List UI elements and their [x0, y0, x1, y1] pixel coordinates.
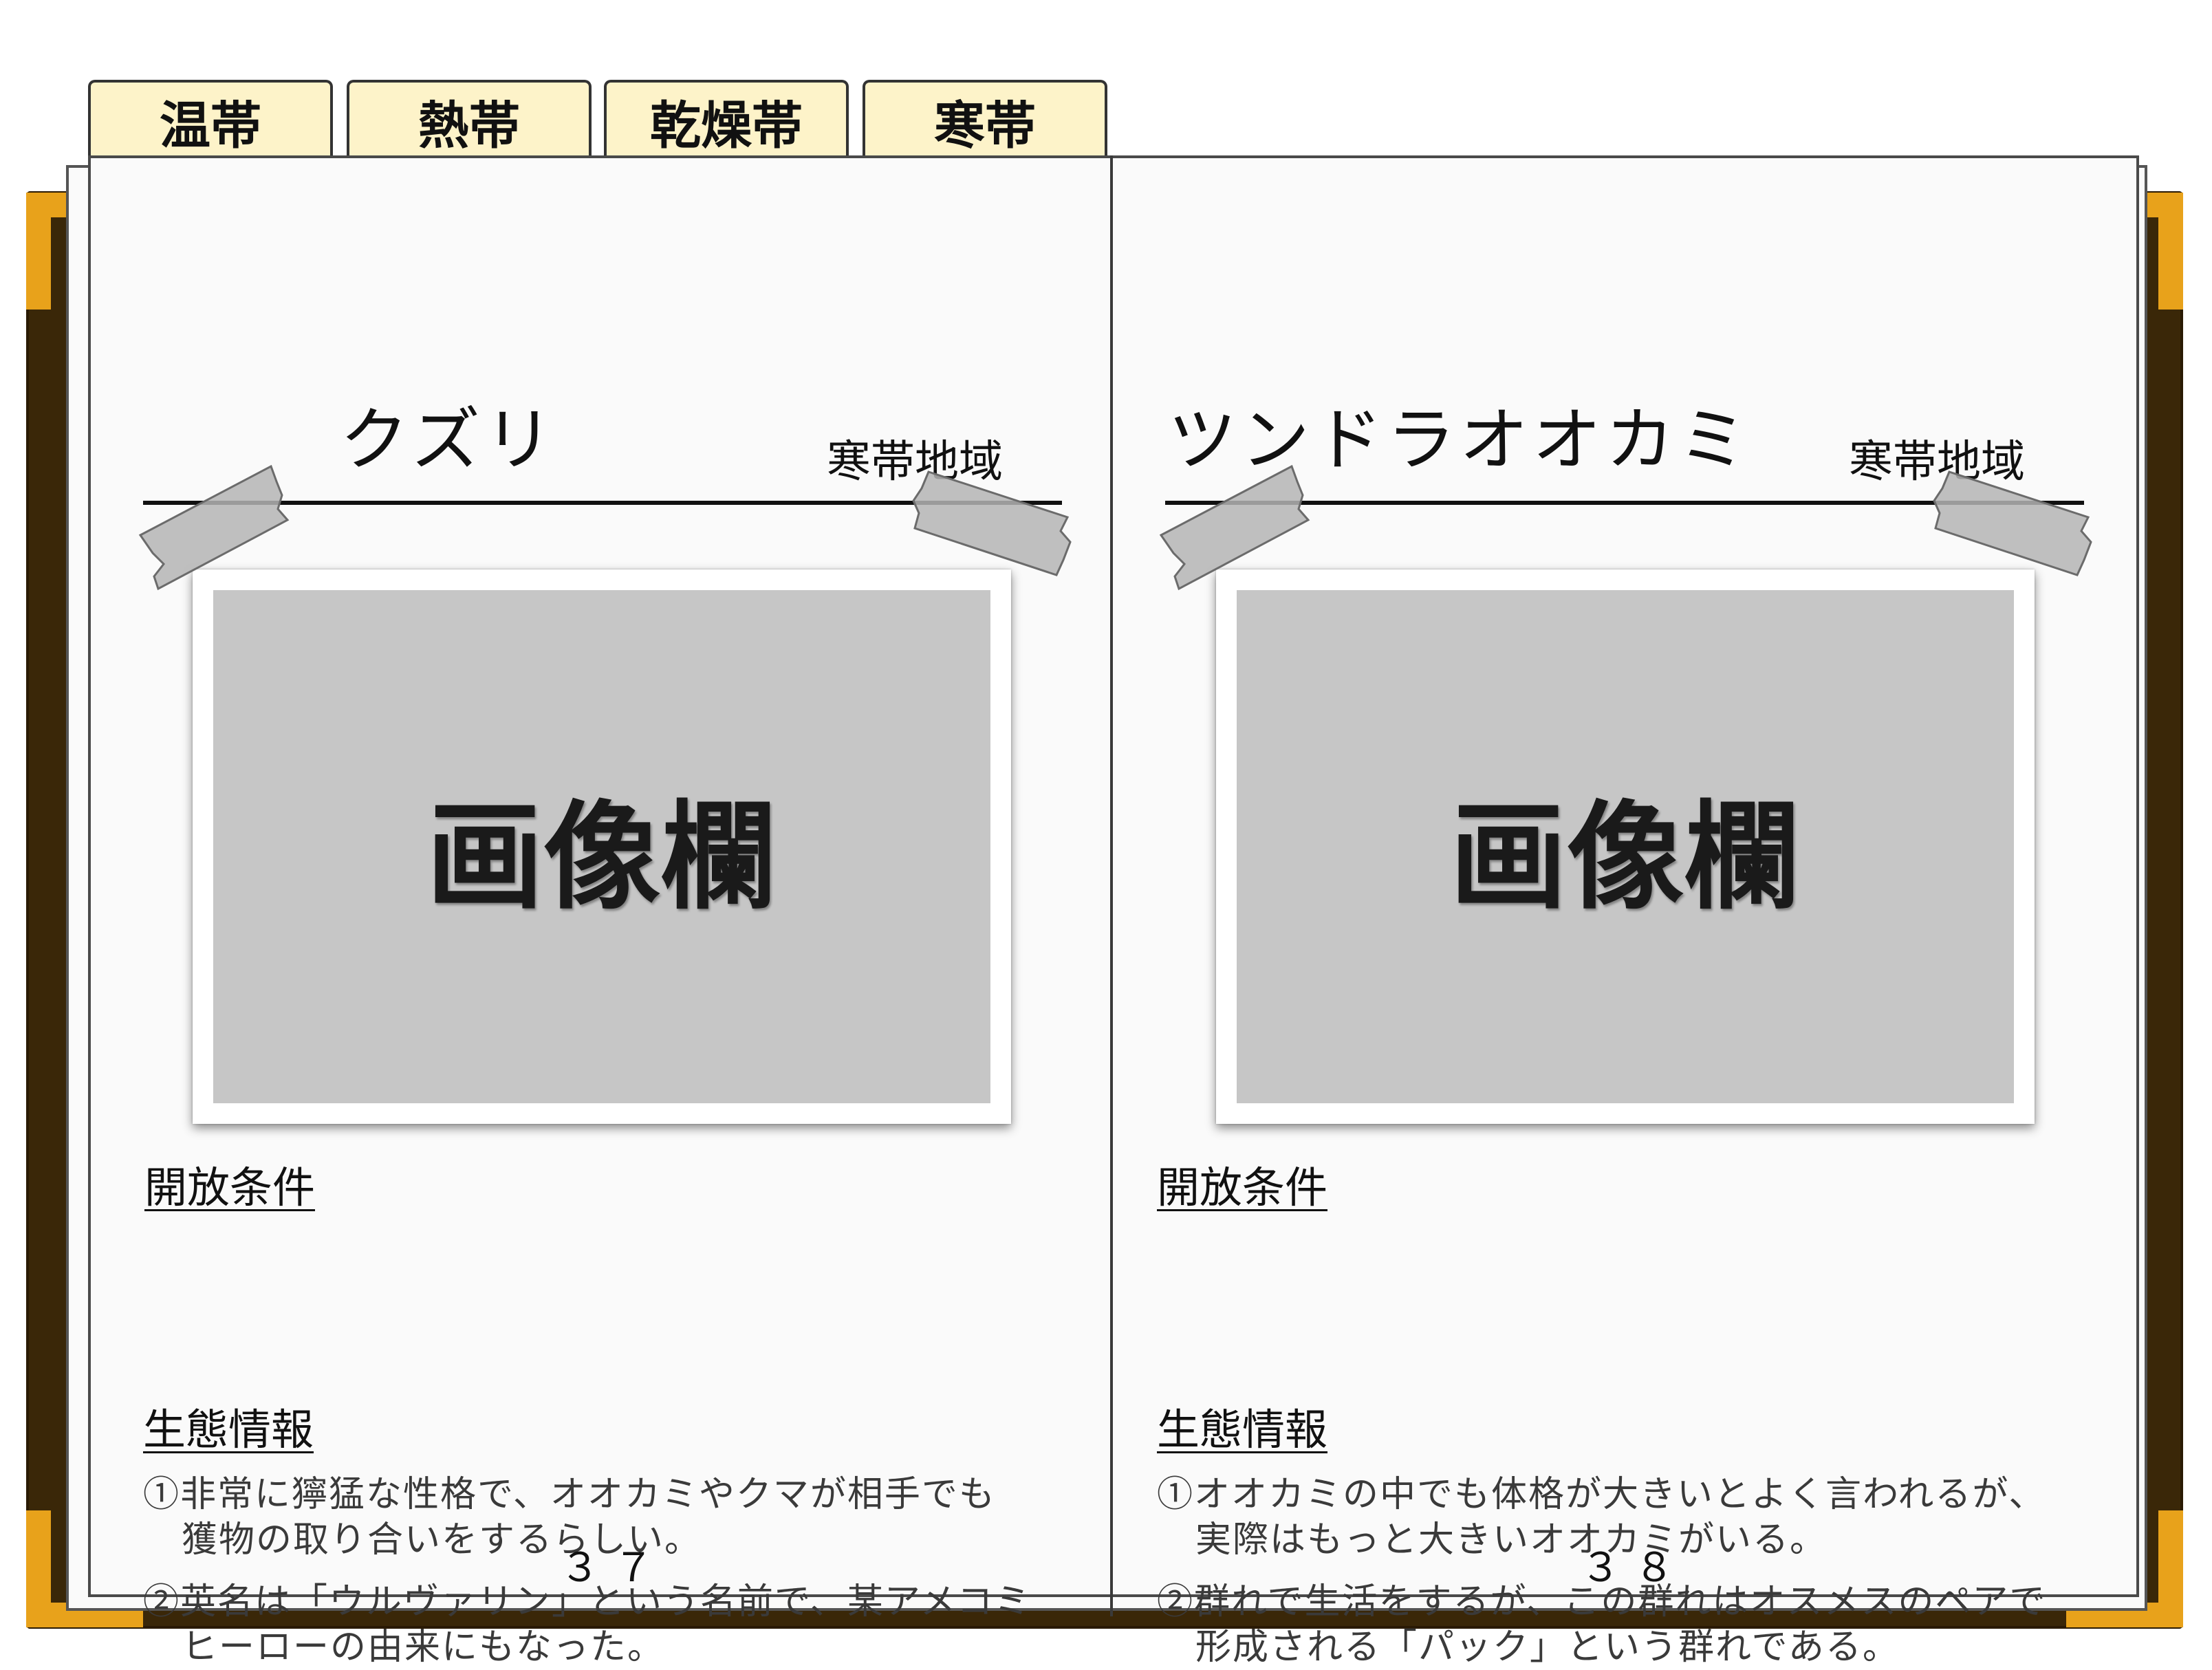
tab-polar[interactable]: 寒帯: [863, 80, 1107, 155]
right-page: ツンドラオオカミ 寒帯地域 画像欄 開放条件 生態情報 ①オオカミの中でも体格が…: [1112, 155, 2139, 1668]
note-line: ヒーローの由来にもなった。: [182, 1627, 665, 1668]
photo-frame: 画像欄: [193, 570, 1011, 1124]
note-line: ①非常に獰猛な性格で、オオカミやクマが相手でも: [143, 1474, 996, 1515]
ecology-note-2: ②英名は「ウルヴァリン」という名前で、某アメコミ ヒーローの由来にもなった。: [143, 1579, 1031, 1670]
left-page: クズリ 寒帯地域 画像欄 開放条件 生態情報 ①非常に獰猛な性格で、オオカミやク…: [88, 155, 1116, 1668]
photo-placeholder-label: 画像欄: [426, 790, 777, 926]
tab-tropical[interactable]: 熱帯: [347, 80, 592, 155]
page-number: ３８: [1581, 1544, 1689, 1591]
tab-temperate[interactable]: 温帯: [88, 80, 333, 155]
tape-icon: [138, 464, 290, 591]
book-spine: [1110, 155, 1113, 1616]
ecology-heading: 生態情報: [1157, 1405, 1328, 1455]
ecology-heading: 生態情報: [143, 1405, 314, 1455]
corner-guard-top-left-h: [26, 193, 67, 217]
tape-icon: [912, 470, 1072, 576]
photo-frame: 画像欄: [1216, 570, 2035, 1124]
unlock-conditions-heading: 開放条件: [144, 1162, 316, 1213]
tape-icon: [1933, 470, 2092, 576]
ecology-note-2: ②群れで生活をするが、この群れはオスメスのペアで 形成される「パック」という群れ…: [1157, 1579, 2046, 1670]
tab-arid[interactable]: 乾燥帯: [604, 80, 849, 155]
photo-placeholder: 画像欄: [1237, 590, 2014, 1103]
note-line: 形成される「パック」という群れである。: [1195, 1627, 1900, 1668]
corner-guard-top-right-h: [2142, 193, 2183, 217]
unlock-conditions-heading: 開放条件: [1157, 1162, 1328, 1213]
animal-name: クズリ: [340, 400, 557, 480]
note-line: ①オオカミの中でも体格が大きいとよく言われるが、: [1157, 1474, 2046, 1515]
photo-placeholder: 画像欄: [213, 590, 990, 1103]
page-number: ３７: [560, 1544, 668, 1591]
photo-placeholder-label: 画像欄: [1449, 790, 1801, 926]
tape-icon: [1159, 464, 1310, 591]
